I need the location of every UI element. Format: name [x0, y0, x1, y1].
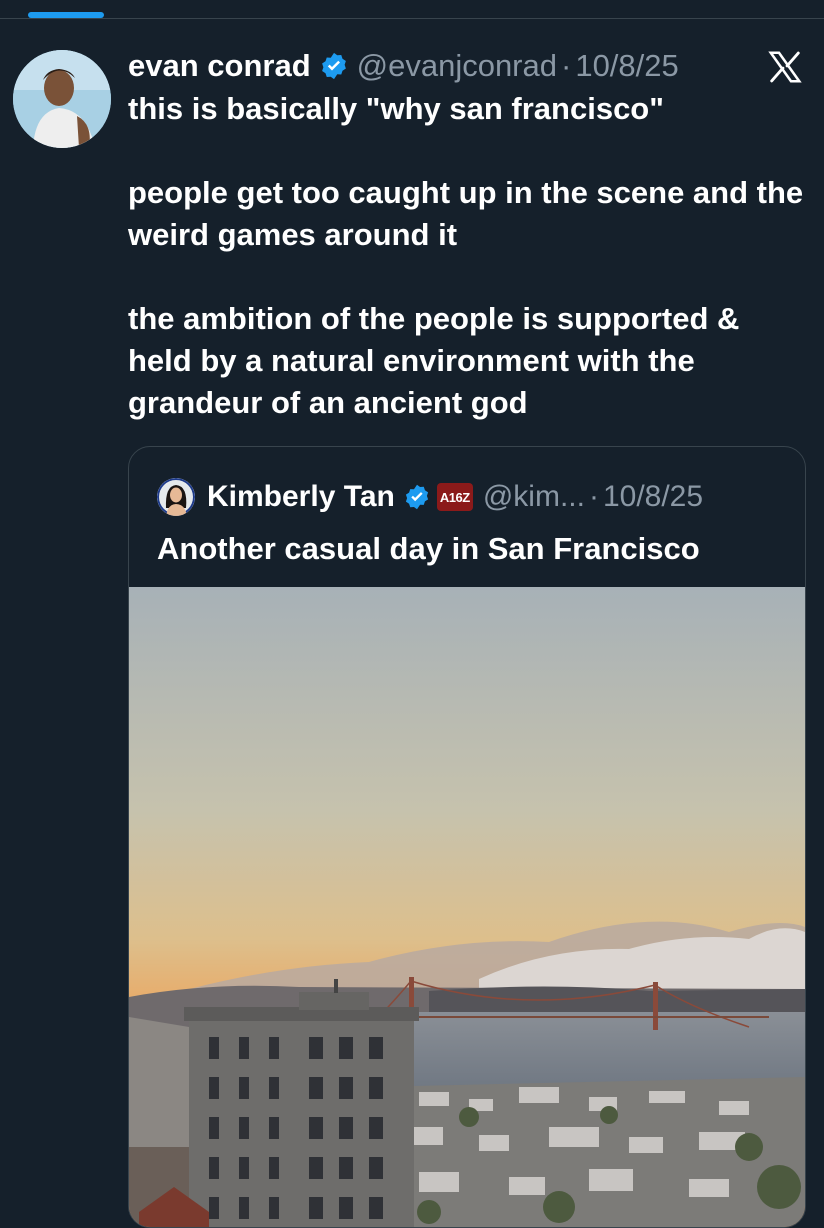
x-logo-icon[interactable]: [766, 48, 804, 86]
tweet-date[interactable]: 10/8/25: [575, 48, 678, 84]
author-handle[interactable]: @evanjconrad: [357, 48, 557, 84]
affiliation-badge-icon[interactable]: A16Z: [436, 483, 473, 511]
quote-avatar[interactable]: [157, 478, 195, 516]
quote-author-name[interactable]: Kimberly Tan: [207, 480, 395, 514]
avatar[interactable]: [13, 50, 111, 148]
verified-badge-icon: [405, 484, 428, 510]
meta-separator: ·: [561, 48, 572, 83]
quote-text: Another casual day in San Francisco: [157, 531, 700, 566]
quote-date[interactable]: 10/8/25: [603, 480, 703, 514]
top-divider: [0, 18, 824, 19]
tweet-paragraph: the ambition of the people is supported …: [128, 301, 740, 420]
quote-media-photo[interactable]: [129, 587, 805, 1227]
tweet-paragraph: this is basically "why san francisco": [128, 91, 664, 126]
quote-avatar-photo: [157, 478, 195, 516]
author-display-name[interactable]: evan conrad: [128, 48, 311, 84]
quote-author-handle[interactable]: @kim...: [483, 480, 585, 514]
verified-badge-icon: [321, 52, 346, 80]
tweet-header: evan conrad @evanjconrad · 10/8/25: [128, 44, 679, 88]
meta-separator: ·: [588, 480, 599, 513]
tweet-text: this is basically "why san francisco" pe…: [128, 88, 808, 424]
tweet-paragraph: people get too caught up in the scene an…: [128, 175, 804, 252]
quoted-tweet-card[interactable]: Kimberly Tan A16Z @kim... · 10/8/25 Anot…: [128, 446, 806, 1228]
quote-header: Kimberly Tan A16Z @kim... · 10/8/25: [157, 477, 703, 517]
avatar-photo: [13, 50, 111, 148]
